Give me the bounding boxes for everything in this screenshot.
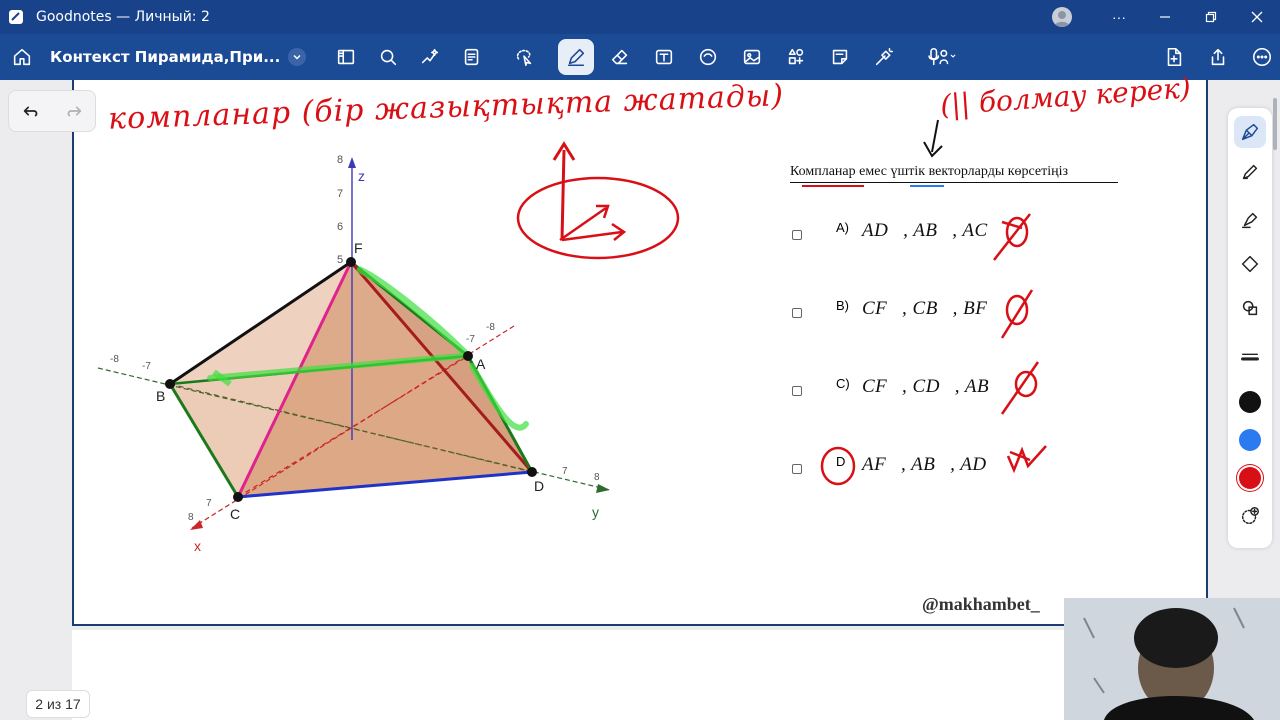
- goodnotes-window: Goodnotes — Личный: 2 ··· Контекст Пирам…: [0, 0, 1280, 720]
- document-title-menu[interactable]: Контекст Пирамида,При...: [50, 48, 307, 66]
- point-label-c: C: [230, 506, 241, 522]
- option-b[interactable]: B) CF⃗, CB⃗, BF⃗: [790, 298, 1002, 319]
- question-text: Компланар емес үштік векторларды көрсеті…: [790, 164, 1118, 183]
- option-a[interactable]: A) AD⃗, AB⃗, AC⃗: [790, 220, 1002, 241]
- color-black-swatch[interactable]: [1234, 386, 1266, 418]
- redo-icon[interactable]: [63, 100, 85, 122]
- highlighter-icon[interactable]: [1234, 204, 1266, 236]
- axis-label-x: x: [194, 538, 201, 554]
- geometry-figure: [97, 119, 1047, 530]
- note-page[interactable]: компланар (бір жазықтықта жатады) (|| бо…: [72, 71, 1208, 626]
- option-vectors: CF⃗, CD⃗, AB⃗: [862, 376, 1004, 397]
- restore-icon[interactable]: [1188, 0, 1234, 34]
- x-tick-8: 8: [188, 512, 194, 523]
- x-tick-7: 7: [206, 498, 212, 509]
- webcam-overlay: [1064, 598, 1280, 720]
- title-bar: Goodnotes — Личный: 2 ···: [0, 0, 1280, 34]
- color-blue-swatch[interactable]: [1234, 424, 1266, 456]
- color-red-swatch[interactable]: [1234, 462, 1266, 494]
- page-indicator[interactable]: 2 из 17: [26, 690, 90, 718]
- home-icon[interactable]: [4, 39, 40, 75]
- document-icon[interactable]: [454, 39, 490, 75]
- radio-box[interactable]: [792, 308, 802, 318]
- radio-box[interactable]: [792, 386, 802, 396]
- point-label-d: D: [534, 478, 545, 494]
- z-tick-8: 8: [337, 154, 344, 166]
- image-icon[interactable]: [734, 39, 770, 75]
- lasso-icon[interactable]: [506, 39, 542, 75]
- audio-icon[interactable]: [918, 39, 966, 75]
- option-letter: D: [836, 454, 846, 469]
- ball-pen-icon[interactable]: [1234, 156, 1266, 188]
- radio-box[interactable]: [792, 464, 802, 474]
- add-page-icon[interactable]: [1156, 39, 1192, 75]
- pen-icon[interactable]: [558, 39, 595, 75]
- text-icon[interactable]: [646, 39, 682, 75]
- option-vectors: AF⃗, AB⃗, AD⃗: [862, 454, 1002, 475]
- y-tick-7: 7: [562, 466, 568, 477]
- shape-tool-icon[interactable]: [1234, 292, 1266, 324]
- option-letter: A): [836, 220, 849, 235]
- user-avatar[interactable]: [1052, 7, 1072, 27]
- x-tick-neg7: -7: [142, 361, 151, 372]
- magic-icon[interactable]: [412, 39, 448, 75]
- y-tick-neg8: -8: [486, 322, 495, 333]
- z-tick-6: 6: [337, 221, 344, 233]
- fountain-pen-icon[interactable]: [1234, 116, 1266, 148]
- z-tick-5: 5: [337, 254, 344, 266]
- brush-icon[interactable]: [1234, 248, 1266, 280]
- undo-redo-group: [8, 90, 96, 132]
- next-page[interactable]: [72, 630, 1208, 720]
- watermark-text: @makhambet_: [922, 594, 1040, 614]
- share-icon[interactable]: [1200, 39, 1236, 75]
- x-tick-neg8: -8: [110, 354, 119, 365]
- laser-icon[interactable]: [866, 39, 902, 75]
- elements-icon[interactable]: [778, 39, 814, 75]
- axis-label-y: y: [592, 504, 599, 520]
- option-letter: C): [836, 376, 850, 391]
- y-tick-neg7: -7: [466, 334, 475, 345]
- z-tick-7: 7: [337, 188, 344, 200]
- add-color-icon[interactable]: [1234, 500, 1266, 532]
- chevron-down-icon: [288, 48, 307, 66]
- app-icon: [9, 10, 23, 24]
- more-icon[interactable]: [1244, 39, 1280, 75]
- point-label-b: B: [156, 388, 166, 404]
- option-vectors: AD⃗, AB⃗, AC⃗: [862, 220, 1003, 241]
- color-dot: [1239, 429, 1261, 451]
- option-c[interactable]: C) CF⃗, CD⃗, AB⃗: [790, 376, 1003, 397]
- option-vectors: CF⃗, CB⃗, BF⃗: [862, 298, 1003, 319]
- close-icon[interactable]: [1234, 0, 1280, 34]
- y-tick-8: 8: [594, 472, 600, 483]
- axis-label-z: z: [358, 168, 365, 184]
- sticky-note-icon[interactable]: [822, 39, 858, 75]
- shape-icon[interactable]: [690, 39, 726, 75]
- main-toolbar: Контекст Пирамида,При...: [0, 34, 1280, 80]
- option-d[interactable]: D AF⃗, AB⃗, AD⃗: [790, 454, 1001, 475]
- color-dot: [1239, 391, 1261, 413]
- undo-icon[interactable]: [20, 100, 42, 122]
- radio-box[interactable]: [792, 230, 802, 240]
- eraser-icon[interactable]: [602, 39, 638, 75]
- document-title: Контекст Пирамида,При...: [50, 48, 281, 66]
- option-letter: B): [836, 298, 849, 313]
- sidebar-icon[interactable]: [328, 39, 364, 75]
- color-dot: [1239, 467, 1261, 489]
- more-icon[interactable]: ···: [1096, 0, 1142, 34]
- point-label-a: A: [476, 356, 486, 372]
- point-label-f: F: [354, 240, 363, 256]
- scrollbar[interactable]: [1273, 98, 1277, 150]
- window-title: Goodnotes — Личный: 2: [36, 9, 210, 25]
- pen-tool-panel: [1228, 108, 1272, 548]
- minimize-icon[interactable]: [1142, 0, 1188, 34]
- search-icon[interactable]: [370, 39, 406, 75]
- stroke-width-icon[interactable]: [1234, 342, 1266, 374]
